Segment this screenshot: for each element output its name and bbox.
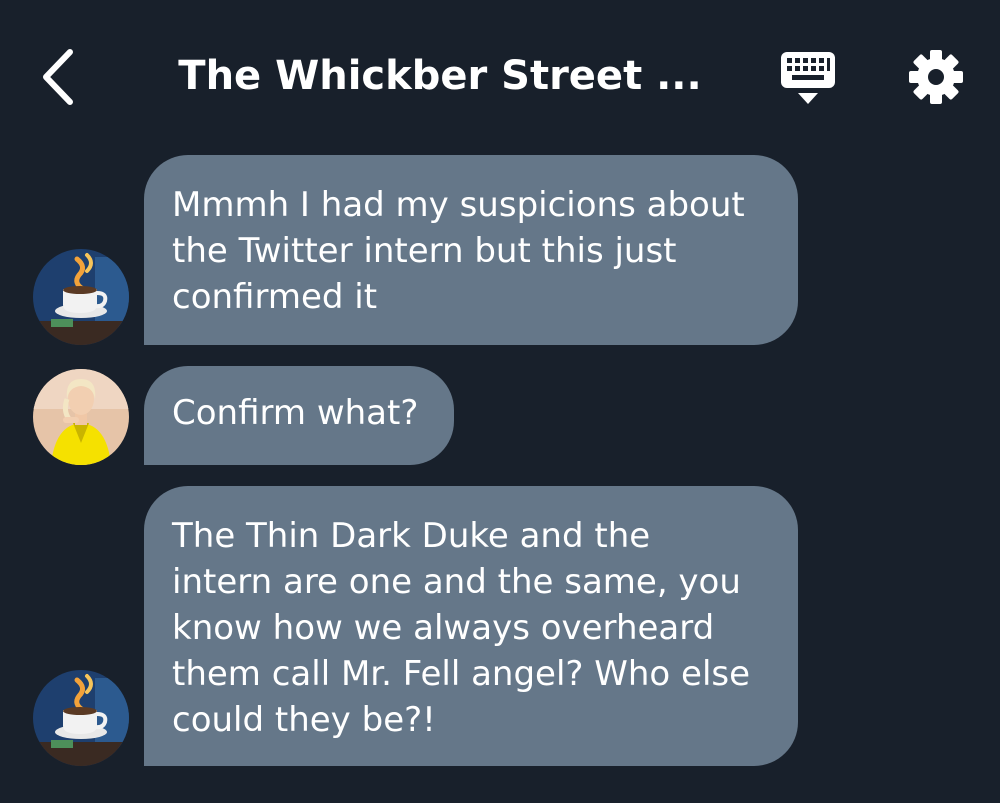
coffee-shop-avatar[interactable] [33,670,129,766]
conversation-title[interactable]: The Whickber Street ... [150,50,730,102]
woman-yellow-jacket-avatar[interactable] [33,369,129,465]
message-bubble[interactable]: Mmmh I had my suspicions about the Twitt… [144,155,798,345]
coffee-shop-avatar[interactable] [33,249,129,345]
message-bubble[interactable]: Confirm what? [144,366,454,465]
keyboard-icon [781,52,835,104]
keyboard-button[interactable] [778,50,838,106]
chat-header: The Whickber Street ... [0,0,1000,150]
message-bubble[interactable]: The Thin Dark Duke and the intern are on… [144,486,798,766]
gear-icon [909,50,963,104]
back-button[interactable] [34,44,90,110]
chevron-left-icon [43,49,73,105]
settings-button[interactable] [906,48,966,106]
